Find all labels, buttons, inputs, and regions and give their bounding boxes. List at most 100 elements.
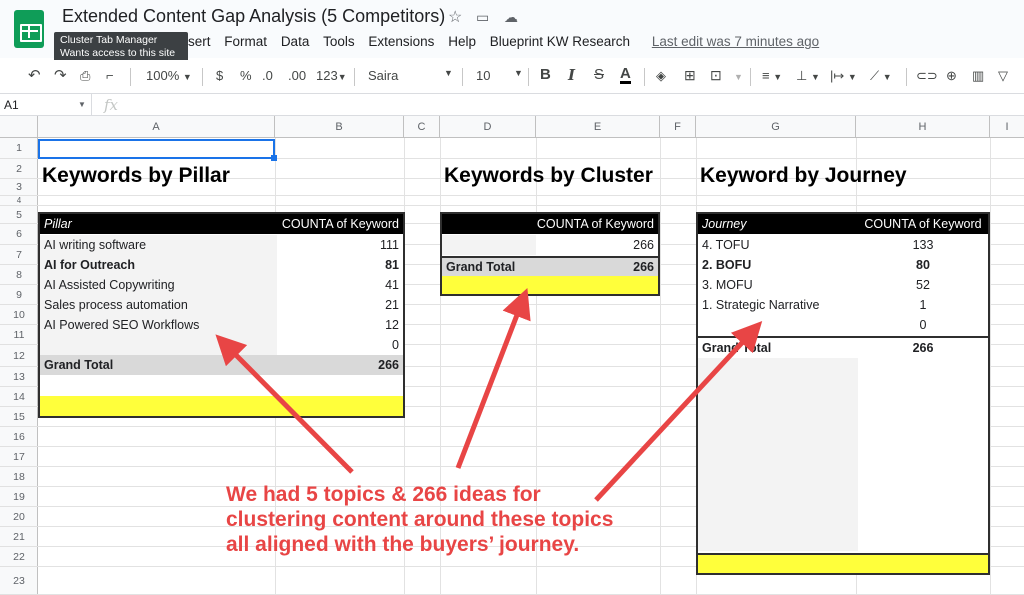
row-header[interactable]: 3 bbox=[0, 179, 38, 196]
table-row: 266 bbox=[442, 235, 658, 255]
column-header-e[interactable]: E bbox=[536, 116, 660, 138]
gridline bbox=[38, 195, 1024, 196]
row-header[interactable]: 12 bbox=[0, 345, 38, 367]
table-row: AI writing software 111 bbox=[40, 235, 403, 255]
borders-icon[interactable]: ⊞ bbox=[684, 67, 696, 84]
text-color-button[interactable]: A bbox=[620, 66, 631, 84]
decrease-decimal-button[interactable]: .0 bbox=[262, 68, 273, 83]
row-value: 0 bbox=[392, 338, 399, 352]
filter-icon[interactable]: ▽ bbox=[998, 68, 1008, 84]
row-header[interactable]: 6 bbox=[0, 224, 38, 245]
tooltip-title: Cluster Tab Manager bbox=[60, 34, 158, 46]
extension-tooltip: Cluster Tab Manager Wants access to this… bbox=[54, 32, 188, 62]
text-wrap-icon[interactable]: |↦ ▼ bbox=[830, 68, 857, 84]
row-header[interactable]: 15 bbox=[0, 407, 38, 427]
column-header-a[interactable]: A bbox=[38, 116, 275, 138]
toolbar-divider bbox=[202, 68, 203, 86]
row-header[interactable]: 9 bbox=[0, 285, 38, 305]
text-rotate-icon[interactable]: ⟋ ▼ bbox=[870, 68, 892, 84]
selected-cell-a1[interactable] bbox=[38, 139, 277, 161]
sheets-logo-icon[interactable] bbox=[14, 10, 44, 48]
last-edit-link[interactable]: Last edit was 7 minutes ago bbox=[652, 34, 819, 49]
row-header[interactable]: 10 bbox=[0, 305, 38, 325]
journey-heading: Keyword by Journey bbox=[700, 164, 907, 187]
row-value: 1 bbox=[919, 298, 927, 312]
row-header[interactable]: 22 bbox=[0, 547, 38, 567]
row-header[interactable]: 16 bbox=[0, 427, 38, 447]
row-header[interactable]: 14 bbox=[0, 387, 38, 407]
paint-format-icon[interactable]: ⌐ bbox=[106, 68, 114, 83]
italic-button[interactable]: I bbox=[568, 66, 575, 84]
pillar-heading: Keywords by Pillar bbox=[42, 164, 230, 187]
menu-format[interactable]: Format bbox=[224, 34, 267, 49]
redo-icon[interactable]: ↷ bbox=[54, 66, 67, 84]
pillar-pivot-table[interactable]: Pillar COUNTA of Keyword AI writing soft… bbox=[38, 212, 405, 418]
cluster-heading: Keywords by Cluster bbox=[444, 164, 653, 187]
table-row: 2. BOFU 80 bbox=[698, 255, 988, 275]
insert-comment-icon[interactable]: ⊕ bbox=[946, 68, 957, 84]
row-label: AI Powered SEO Workflows bbox=[40, 315, 277, 335]
column-header-b[interactable]: B bbox=[275, 116, 404, 138]
merge-cells-icon[interactable]: ⊡ bbox=[710, 67, 722, 84]
menu-blueprint-kw-research[interactable]: Blueprint KW Research bbox=[490, 34, 630, 49]
undo-icon[interactable]: ↶ bbox=[28, 66, 41, 84]
row-header[interactable]: 2 bbox=[0, 159, 38, 179]
row-label: AI Assisted Copywriting bbox=[40, 275, 277, 295]
row-header[interactable]: 13 bbox=[0, 367, 38, 387]
table-row: 3. MOFU 52 bbox=[698, 275, 988, 295]
row-header[interactable]: 23 bbox=[0, 567, 38, 595]
horizontal-align-icon[interactable]: ≡ ▼ bbox=[762, 68, 782, 83]
column-header-c[interactable]: C bbox=[404, 116, 440, 138]
cluster-pivot-table[interactable]: COUNTA of Keyword 266 Grand Total 266 bbox=[440, 212, 660, 296]
gridline bbox=[38, 205, 1024, 206]
column-header-i[interactable]: I bbox=[990, 116, 1024, 138]
vertical-align-icon[interactable]: ⊥ ▼ bbox=[796, 68, 820, 84]
document-title[interactable]: Extended Content Gap Analysis (5 Competi… bbox=[62, 6, 445, 27]
print-icon[interactable]: ⎙ bbox=[80, 68, 90, 84]
insert-chart-icon[interactable]: ▥ bbox=[972, 68, 984, 84]
more-formats-select[interactable]: 123▼ bbox=[316, 68, 347, 83]
row-header[interactable]: 18 bbox=[0, 467, 38, 487]
row-header[interactable]: 11 bbox=[0, 325, 38, 345]
row-label bbox=[442, 235, 536, 255]
row-header[interactable]: 8 bbox=[0, 265, 38, 285]
chevron-down-icon: ▼ bbox=[734, 72, 743, 82]
column-header-f[interactable]: F bbox=[660, 116, 696, 138]
row-header[interactable]: 5 bbox=[0, 206, 38, 224]
font-family-select[interactable]: Saira ▼ bbox=[368, 68, 456, 83]
column-header-h[interactable]: H bbox=[856, 116, 990, 138]
row-header[interactable]: 7 bbox=[0, 245, 38, 265]
menu-help[interactable]: Help bbox=[448, 34, 476, 49]
strikethrough-button[interactable]: S bbox=[594, 66, 604, 83]
journey-pivot-table[interactable]: Journey COUNTA of Keyword 4. TOFU 133 2.… bbox=[696, 212, 990, 575]
row-value: 41 bbox=[385, 278, 399, 292]
insert-link-icon[interactable]: ⊂⊃ bbox=[916, 68, 938, 84]
row-header[interactable]: 21 bbox=[0, 527, 38, 547]
menu-extensions[interactable]: Extensions bbox=[368, 34, 434, 49]
menu-insert[interactable]: sert bbox=[188, 34, 211, 49]
menu-tools[interactable]: Tools bbox=[323, 34, 355, 49]
increase-decimal-button[interactable]: .00 bbox=[288, 68, 306, 83]
star-icon[interactable]: ☆ bbox=[448, 7, 462, 27]
row-value: 81 bbox=[385, 258, 399, 272]
column-header-d[interactable]: D bbox=[440, 116, 536, 138]
name-box[interactable]: A1 ▼ bbox=[0, 94, 92, 116]
row-label: Sales process automation bbox=[40, 295, 277, 315]
menu-data[interactable]: Data bbox=[281, 34, 310, 49]
font-size-select[interactable]: 10 ▼ bbox=[476, 68, 526, 83]
row-header[interactable]: 17 bbox=[0, 447, 38, 467]
cloud-status-icon[interactable]: ☁ bbox=[504, 9, 518, 26]
column-header-g[interactable]: G bbox=[696, 116, 856, 138]
row-header[interactable]: 19 bbox=[0, 487, 38, 507]
row-header[interactable]: 4 bbox=[0, 196, 38, 206]
row-header[interactable]: 20 bbox=[0, 507, 38, 527]
currency-format-button[interactable]: $ bbox=[216, 68, 223, 83]
select-all-corner[interactable] bbox=[0, 116, 38, 138]
row-value: 0 bbox=[919, 318, 927, 332]
bold-button[interactable]: B bbox=[540, 66, 551, 83]
percent-format-button[interactable]: % bbox=[240, 68, 252, 83]
zoom-select[interactable]: 100% ▼ bbox=[146, 68, 192, 83]
row-header[interactable]: 1 bbox=[0, 138, 38, 159]
fill-color-icon[interactable]: ◈ bbox=[656, 68, 666, 84]
move-folder-icon[interactable]: ▭ bbox=[476, 9, 489, 26]
